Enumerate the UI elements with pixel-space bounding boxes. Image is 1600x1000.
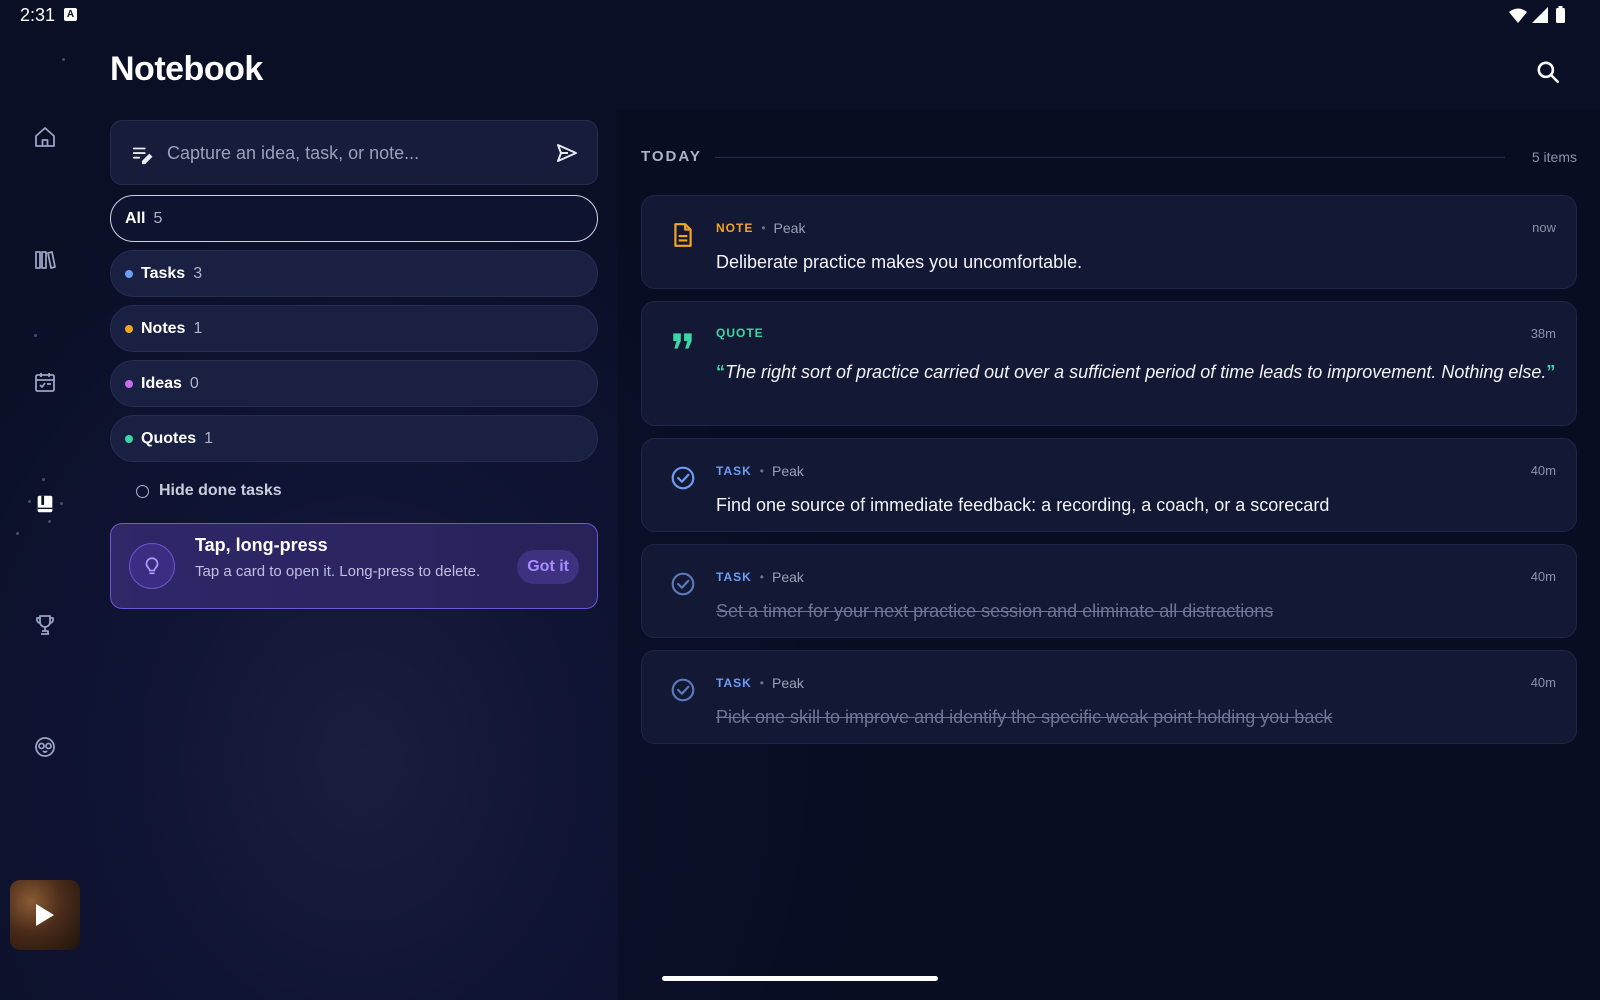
filter-ideas[interactable]: Ideas 0: [110, 360, 598, 407]
search-button[interactable]: [1532, 56, 1564, 88]
quote-text: The right sort of practice carried out o…: [725, 362, 1547, 382]
quotes-dot: [125, 434, 133, 443]
section-header: TODAY 5 items: [641, 148, 1577, 168]
page-title: Notebook: [110, 50, 263, 88]
task-card-done[interactable]: TASK • Peak 40m Pick one skill to improv…: [641, 650, 1577, 744]
card-text: Set a timer for your next practice sessi…: [716, 601, 1274, 621]
nav-trophy-icon[interactable]: [30, 610, 60, 640]
card-source: Peak: [771, 675, 804, 691]
card-text: Find one source of immediate feedback: a…: [716, 495, 1330, 515]
section-divider: [715, 157, 1505, 158]
card-time: now: [1532, 220, 1556, 235]
card-kind: TASK: [716, 570, 752, 584]
tasks-dot: [125, 269, 133, 278]
status-icons: [1506, 6, 1576, 24]
card-kind: TASK: [716, 676, 752, 690]
check-circle-icon[interactable]: [670, 465, 696, 491]
meta-separator: •: [761, 221, 766, 235]
status-bar: 2:31 A: [0, 0, 1600, 30]
capture-box: [110, 120, 598, 185]
signal-icon: [1532, 7, 1548, 23]
card-time: 40m: [1530, 675, 1556, 690]
filter-notes[interactable]: Notes 1: [110, 305, 598, 352]
task-card-done[interactable]: TASK • Peak 40m Set a timer for your nex…: [641, 544, 1577, 638]
nav-rail: [0, 30, 90, 1000]
check-circle-icon[interactable]: [670, 571, 696, 597]
card-time: 40m: [1530, 569, 1556, 584]
card-meta: NOTE • Peak: [716, 220, 805, 236]
nav-notebook-icon[interactable]: [30, 489, 60, 519]
close-quote-mark: ”: [1546, 362, 1556, 382]
notification-badge-icon: A: [64, 8, 77, 21]
card-time: 38m: [1530, 326, 1556, 341]
media-player-thumbnail[interactable]: [10, 880, 80, 950]
note-card[interactable]: NOTE • Peak now Deliberate practice make…: [641, 195, 1577, 289]
document-icon: [674, 223, 692, 247]
card-source: Peak: [773, 220, 806, 236]
task-card[interactable]: TASK • Peak 40m Find one source of immed…: [641, 438, 1577, 532]
filter-tasks[interactable]: Tasks 3: [110, 250, 598, 297]
lightbulb-icon: [129, 543, 175, 589]
tip-card: Tap, long-press Tap a card to open it. L…: [110, 523, 598, 609]
quote-icon: [673, 333, 692, 349]
meta-separator: •: [759, 676, 764, 690]
card-time: 40m: [1530, 463, 1556, 478]
send-icon[interactable]: [555, 141, 579, 165]
meta-separator: •: [759, 464, 764, 478]
got-it-button[interactable]: Got it: [517, 550, 579, 584]
hide-done-toggle[interactable]: Hide done tasks: [136, 482, 282, 500]
card-meta: QUOTE: [716, 326, 764, 340]
filter-quotes[interactable]: Quotes 1: [110, 415, 598, 462]
card-meta: TASK • Peak: [716, 463, 804, 479]
home-indicator[interactable]: [662, 976, 938, 981]
nav-library-icon[interactable]: [30, 245, 60, 275]
filter-all[interactable]: All 5: [110, 195, 598, 242]
edit-note-icon: [132, 147, 153, 165]
card-text: Pick one skill to improve and identify t…: [716, 707, 1333, 727]
search-icon: [1537, 61, 1560, 84]
play-icon: [36, 904, 54, 926]
nav-home-icon[interactable]: [30, 122, 60, 152]
battery-icon: [1556, 6, 1565, 23]
card-meta: TASK • Peak: [716, 675, 804, 691]
card-kind: NOTE: [716, 221, 754, 235]
capture-input[interactable]: [167, 133, 547, 173]
open-quote-mark: “: [716, 362, 725, 382]
card-meta: TASK • Peak: [716, 569, 804, 585]
card-text: “The right sort of practice carried out …: [716, 360, 1556, 384]
check-circle-icon[interactable]: [670, 677, 696, 703]
nav-calendar-icon[interactable]: [30, 367, 60, 397]
card-source: Peak: [771, 569, 804, 585]
meta-separator: •: [759, 570, 764, 584]
card-kind: QUOTE: [716, 326, 764, 340]
notes-dot: [125, 324, 133, 333]
section-label: TODAY: [641, 148, 702, 165]
wifi-icon: [1509, 8, 1527, 23]
nav-owl-icon[interactable]: [30, 732, 60, 762]
card-source: Peak: [771, 463, 804, 479]
card-kind: TASK: [716, 464, 752, 478]
quote-card[interactable]: QUOTE 38m “The right sort of practice ca…: [641, 301, 1577, 426]
section-count: 5 items: [1531, 149, 1577, 165]
status-time: 2:31: [20, 5, 56, 25]
tip-body: Tap a card to open it. Long-press to del…: [195, 563, 481, 580]
radio-icon: [136, 484, 149, 498]
tip-title: Tap, long-press: [195, 535, 328, 555]
ideas-dot: [125, 379, 133, 388]
card-text: Deliberate practice makes you uncomforta…: [716, 252, 1083, 272]
